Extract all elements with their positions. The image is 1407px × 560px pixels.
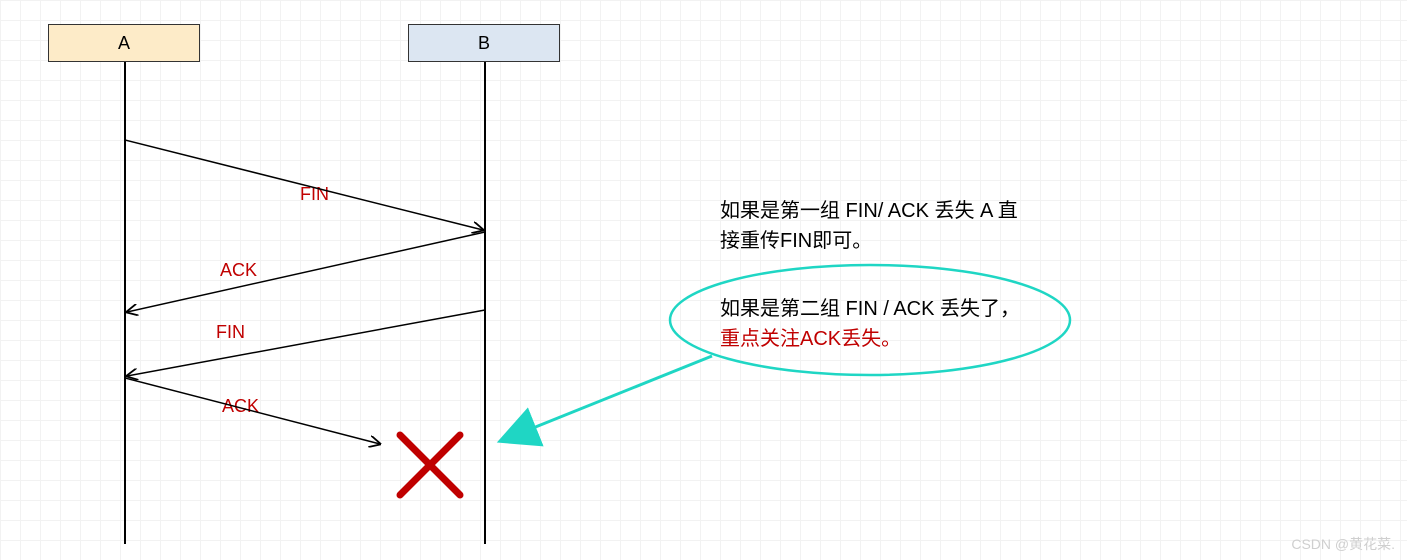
- endpoint-a-label: A: [118, 33, 130, 53]
- note1-line1: 如果是第一组 FIN/ ACK 丢失 A 直: [720, 200, 1018, 222]
- lifeline-b: [484, 62, 486, 544]
- endpoint-b-box: B: [408, 24, 560, 62]
- lifeline-a: [124, 62, 126, 544]
- note1-line2: 接重传FIN即可。: [720, 230, 872, 252]
- watermark: CSDN @黄花菜.: [1291, 534, 1395, 554]
- note-second-group: 如果是第二组 FIN / ACK 丢失了， 重点关注ACK丢失。: [720, 294, 1060, 354]
- endpoint-b-label: B: [478, 33, 490, 53]
- note2-line1: 如果是第二组 FIN / ACK 丢失了，: [720, 298, 1020, 320]
- msg-fin1-label: FIN: [300, 184, 329, 205]
- msg-fin2-label: FIN: [216, 322, 245, 343]
- note-first-group: 如果是第一组 FIN/ ACK 丢失 A 直 接重传FIN即可。: [720, 196, 1040, 256]
- note2-line2: 重点关注ACK丢失。: [720, 328, 901, 350]
- msg-ack2-label: ACK: [222, 396, 259, 417]
- endpoint-a-box: A: [48, 24, 200, 62]
- msg-ack1-label: ACK: [220, 260, 257, 281]
- grid-background: [0, 0, 1407, 560]
